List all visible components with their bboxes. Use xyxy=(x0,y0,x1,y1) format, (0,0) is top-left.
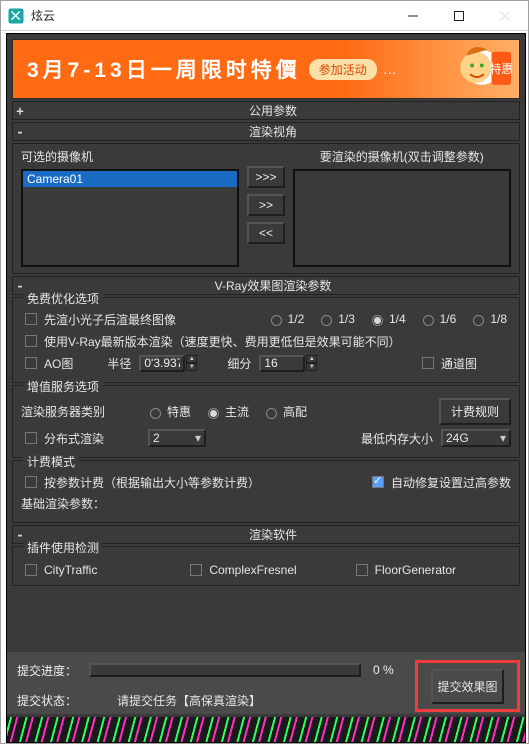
subdiv-spinner[interactable]: ▲▼ xyxy=(259,355,317,372)
chk-label: AO图 xyxy=(44,355,73,372)
remove-button[interactable]: << xyxy=(247,222,284,244)
chk-distributed[interactable]: 分布式渲染 xyxy=(21,429,104,447)
rad-main[interactable]: 主流 xyxy=(203,403,249,420)
app-window: 炫云 3月7-13日一周限时特價 参加活动 … 特惠 + 公用参数 xyxy=(0,0,529,744)
section-title: 公用参数 xyxy=(27,102,519,119)
radius-spinner[interactable]: ▲▼ xyxy=(139,355,197,372)
min-mem-select[interactable]: 24G▾ xyxy=(441,429,511,447)
rad-high[interactable]: 高配 xyxy=(261,403,307,420)
legend: 插件使用检测 xyxy=(23,539,103,553)
group-billing: 计费模式 按参数计费（根据输出大小等参数计费） 自动修复设置过高参数 基础渲染参… xyxy=(12,460,520,523)
radius-input[interactable] xyxy=(139,355,185,372)
mascot-icon: 特惠 xyxy=(435,42,513,94)
dist-count-select[interactable]: 2▾ xyxy=(148,429,206,447)
titlebar[interactable]: 炫云 xyxy=(1,1,528,31)
rad-scale-6[interactable]: 1/6 xyxy=(418,312,457,326)
subdiv-input[interactable] xyxy=(259,355,305,372)
submit-button[interactable]: 提交效果图 xyxy=(431,669,503,704)
rad-scale-3[interactable]: 1/3 xyxy=(316,312,355,326)
chevron-down-icon: ▾ xyxy=(195,431,201,445)
label-base-params: 基础渲染参数： xyxy=(21,495,105,512)
legend: 免费优化选项 xyxy=(23,290,103,304)
svg-text:特惠: 特惠 xyxy=(490,62,513,76)
chk-channel[interactable]: 通道图 xyxy=(418,354,477,372)
window-title: 炫云 xyxy=(31,7,390,24)
section-title: 渲染视角 xyxy=(27,123,519,140)
chk-complexfresnel[interactable]: ComplexFresnel xyxy=(186,561,345,579)
group-plugins: 插件使用检测 CityTraffic ComplexFresnel FloorG… xyxy=(12,546,520,586)
maximize-button[interactable] xyxy=(436,1,482,30)
rad-scale-2[interactable]: 1/2 xyxy=(266,312,305,326)
spin-down-icon[interactable]: ▼ xyxy=(306,363,317,371)
collapse-icon: - xyxy=(13,125,27,139)
legend: 增值服务选项 xyxy=(23,378,103,392)
rad-scale-4[interactable]: 1/4 xyxy=(367,312,406,326)
chk-label: 通道图 xyxy=(441,355,477,372)
label-server-type: 渲染服务器类别 xyxy=(21,403,105,420)
progress-bar xyxy=(89,663,361,677)
chk-auto-fix[interactable]: 自动修复设置过高参数 xyxy=(368,473,511,491)
expand-icon: + xyxy=(13,104,27,118)
selected-camera-list[interactable] xyxy=(293,169,511,267)
group-value-add: 增值服务选项 渲染服务器类别 特惠 主流 高配 计费规则 分布式渲染 2▾ 最低… xyxy=(12,385,520,458)
minimize-button[interactable] xyxy=(390,1,436,30)
chk-ao[interactable]: AO图 xyxy=(21,354,73,372)
submit-highlight: 提交效果图 xyxy=(415,660,520,712)
chevron-down-icon: ▾ xyxy=(500,431,506,445)
label-subdiv: 细分 xyxy=(227,355,251,372)
label-radius: 半径 xyxy=(107,355,131,372)
progress-percent: 0 % xyxy=(373,663,407,677)
rad-te[interactable]: 特惠 xyxy=(145,403,191,420)
group-free-opt: 免费优化选项 先渲小光子后渲最终图像 1/2 1/3 1/4 1/6 1/8 使… xyxy=(12,297,520,383)
close-button[interactable] xyxy=(482,1,528,30)
client-area: 3月7-13日一周限时特價 参加活动 … 特惠 + 公用参数 - 渲染视角 xyxy=(6,33,526,743)
spin-up-icon[interactable]: ▲ xyxy=(186,355,197,363)
banner-dots: … xyxy=(383,61,399,77)
promo-banner[interactable]: 3月7-13日一周限时特價 参加活动 … 特惠 xyxy=(12,39,520,99)
status-text: 请提交任务【高保真渲染】 xyxy=(117,692,261,709)
chk-citytraffic[interactable]: CityTraffic xyxy=(21,561,180,579)
label-min-mem: 最低内存大小 xyxy=(361,430,433,447)
chk-floorgenerator[interactable]: FloorGenerator xyxy=(352,561,511,579)
label-available-cameras: 可选的摄像机 xyxy=(21,148,239,165)
label-selected-cameras: 要渲染的摄像机(双击调整参数) xyxy=(293,148,511,165)
submit-label: 提交效果图 xyxy=(437,680,497,694)
banner-text: 3月7-13日一周限时特價 xyxy=(27,54,301,84)
add-all-button[interactable]: >>> xyxy=(247,166,284,188)
spin-down-icon[interactable]: ▼ xyxy=(186,363,197,371)
chk-prelight[interactable]: 先渲小光子后渲最终图像 xyxy=(21,310,176,328)
app-icon xyxy=(7,7,25,25)
camera-item[interactable]: Camera01 xyxy=(23,171,237,187)
chk-label: 分布式渲染 xyxy=(44,430,104,447)
chk-latest-vray[interactable]: 使用V-Ray最新版本渲染（速度更快、费用更低但是效果可能不同） xyxy=(21,332,401,350)
banner-pill: 参加活动 xyxy=(309,59,377,80)
label-progress: 提交进度： xyxy=(17,662,77,679)
chk-per-param[interactable]: 按参数计费（根据输出大小等参数计费） xyxy=(21,473,260,491)
chk-label: 先渲小光子后渲最终图像 xyxy=(44,311,176,328)
section-public-params[interactable]: + 公用参数 xyxy=(12,101,520,120)
chk-label: 自动修复设置过高参数 xyxy=(391,474,511,491)
spin-up-icon[interactable]: ▲ xyxy=(306,355,317,363)
available-camera-list[interactable]: Camera01 xyxy=(21,169,239,267)
label-status: 提交状态： xyxy=(17,692,77,709)
section-render-view[interactable]: - 渲染视角 xyxy=(12,122,520,141)
chk-label: 使用V-Ray最新版本渲染（速度更快、费用更低但是效果可能不同） xyxy=(44,333,401,350)
rad-scale-8[interactable]: 1/8 xyxy=(468,312,507,326)
legend: 计费模式 xyxy=(23,453,79,467)
camera-group: 可选的摄像机 Camera01 >>> >> << 要渲染的摄像机(双击调整参数… xyxy=(12,143,520,274)
billing-rules-button[interactable]: 计费规则 xyxy=(439,398,511,425)
chk-label: 按参数计费（根据输出大小等参数计费） xyxy=(44,474,260,491)
add-button[interactable]: >> xyxy=(247,194,284,216)
